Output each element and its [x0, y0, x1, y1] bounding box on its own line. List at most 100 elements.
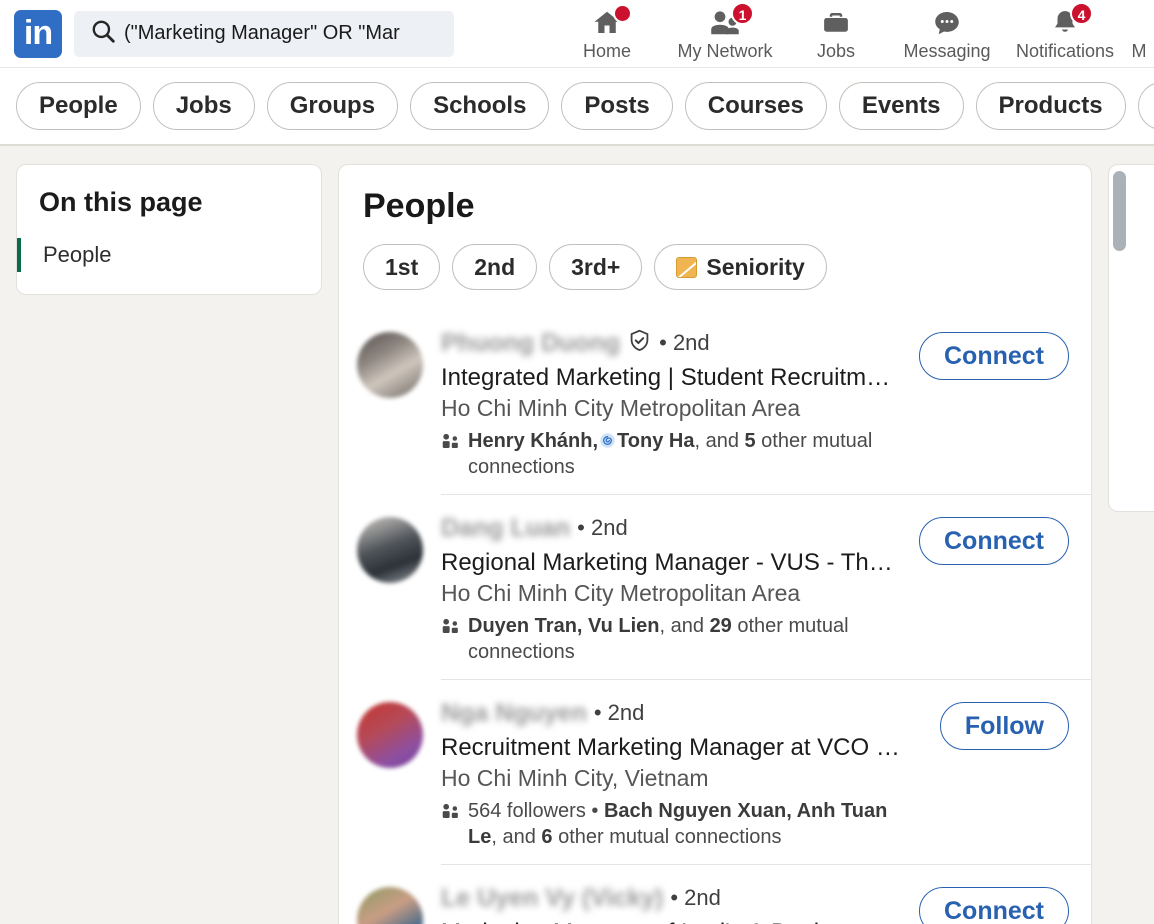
mutual-tail: other mutual connections — [552, 826, 782, 848]
linkedin-logo-icon[interactable]: in — [14, 9, 62, 58]
filter-pill-products[interactable]: Products — [975, 82, 1126, 130]
search-input-value: ("Marketing Manager" OR "Mar — [124, 22, 400, 44]
search-result-row[interactable]: Dang Luan • 2nd Regional Marketing Manag… — [339, 495, 1091, 680]
mutual-name-1[interactable]: Duyen Tran, Vu Lien — [468, 615, 660, 637]
chip-label: Seniority — [706, 253, 805, 280]
result-location: Ho Chi Minh City Metropolitan Area — [441, 580, 801, 606]
search-result-row[interactable]: Phuong Duong • 2nd Integrated Marketing … — [339, 310, 1091, 495]
avatar-wrap — [339, 511, 441, 680]
mutual-connections-icon — [441, 798, 460, 850]
scrollbar-thumb[interactable] — [1113, 171, 1126, 251]
verified-shield-icon — [627, 328, 652, 358]
connect-button[interactable]: Connect — [919, 887, 1069, 924]
nav-item-jobs[interactable]: Jobs — [784, 3, 888, 62]
nav-label-jobs: Jobs — [816, 41, 856, 61]
sidebar-item-label: People — [43, 242, 112, 267]
search-result-row[interactable]: Le Uyen Vy (Vicky) • 2nd Marketing Manag… — [339, 865, 1091, 924]
connection-degree: • 2nd — [670, 885, 721, 910]
notifications-bell-icon: 4 — [1049, 2, 1093, 38]
filter-pill-schools[interactable]: Schools — [410, 82, 550, 130]
nav-item-me[interactable]: M — [1124, 3, 1154, 62]
mutual-connections: 564 followers • Bach Nguyen Xuan, Anh Tu… — [441, 798, 911, 850]
chip-1st[interactable]: 1st — [363, 244, 441, 290]
connect-button[interactable]: Connect — [919, 517, 1069, 565]
connection-degree: • 2nd — [577, 515, 628, 540]
avatar[interactable] — [357, 887, 423, 924]
filter-pill-events[interactable]: Events — [838, 82, 964, 130]
avatar-wrap — [339, 326, 441, 495]
mutual-connections-text: Duyen Tran, Vu Lien, and 29 other mutual… — [468, 613, 911, 665]
result-name[interactable]: Dang Luan — [441, 514, 570, 543]
nav-item-home[interactable]: Home — [548, 3, 666, 62]
mutual-count: 5 — [744, 430, 756, 452]
filter-pill-companies[interactable]: Companies — [1137, 82, 1154, 130]
top-navigation-bar: in ("Marketing Manager" OR "Mar Home 1 M… — [0, 0, 1154, 68]
sidebar-item-people[interactable]: People — [17, 238, 321, 272]
mutual-count: 6 — [541, 826, 553, 848]
broken-image-icon — [676, 256, 698, 278]
mutual-suffix: , and — [694, 430, 745, 452]
avatar-wrap — [339, 696, 441, 865]
action-wrap: Connect — [919, 517, 1069, 565]
people-results-card: People 1st 2nd 3rd+ Seniority Phuong Duo… — [338, 164, 1092, 924]
result-headline: Integrated Marketing | Student Recruitme… — [441, 364, 901, 391]
chip-seniority[interactable]: Seniority — [654, 244, 827, 290]
filter-pill-groups[interactable]: Groups — [266, 82, 399, 130]
linkedin-logo-text: in — [23, 13, 53, 52]
result-headline: Marketing Manager of Levi's & Dockers VN… — [441, 917, 901, 924]
filter-pill-jobs[interactable]: Jobs — [152, 82, 255, 130]
mutual-connections-text: 564 followers • Bach Nguyen Xuan, Anh Tu… — [468, 798, 911, 850]
action-wrap: Follow — [939, 702, 1069, 750]
nav-label-messaging: Messaging — [903, 41, 991, 61]
my-network-badge-count: 1 — [731, 2, 754, 25]
avatar[interactable] — [357, 332, 423, 398]
mutual-name-2[interactable]: Tony Ha — [617, 430, 694, 452]
chip-2nd[interactable]: 2nd — [452, 244, 538, 290]
on-this-page-title: On this page — [39, 187, 203, 217]
search-result-row[interactable]: Nga Nguyen • 2nd Recruitment Marketing M… — [339, 680, 1091, 865]
chip-label: 1st — [385, 253, 419, 280]
search-input[interactable]: ("Marketing Manager" OR "Mar — [74, 10, 454, 57]
my-network-icon: 1 — [708, 2, 754, 38]
nav-items: Home 1 My Network Jobs Messaging 4 Notif… — [548, 0, 1154, 67]
mutual-count: 29 — [709, 615, 732, 637]
avatar[interactable] — [357, 702, 423, 768]
result-location: Ho Chi Minh City Metropolitan Area — [441, 395, 801, 421]
page-title: People — [363, 187, 475, 225]
home-notification-dot — [613, 4, 632, 23]
chip-3rd-plus[interactable]: 3rd+ — [549, 244, 643, 290]
result-name[interactable]: Le Uyen Vy (Vicky) — [441, 884, 663, 913]
action-wrap: Connect — [919, 887, 1069, 924]
connect-button[interactable]: Connect — [919, 332, 1069, 380]
result-headline: Recruitment Marketing Manager at VCO Gro… — [441, 734, 901, 761]
result-name[interactable]: Phuong Duong — [441, 329, 620, 358]
nav-item-my-network[interactable]: 1 My Network — [666, 2, 784, 62]
filter-pill-posts[interactable]: Posts — [561, 82, 673, 130]
nav-item-notifications[interactable]: 4 Notifications — [1006, 2, 1124, 62]
connection-degree: • 2nd — [593, 700, 645, 725]
jobs-briefcase-icon — [820, 8, 852, 38]
mutual-connections-icon — [441, 428, 460, 480]
follower-count: 564 followers • — [468, 800, 604, 822]
on-this-page-card: On this page People — [16, 164, 322, 295]
result-location: Ho Chi Minh City, Vietnam — [441, 765, 709, 791]
right-rail-card — [1108, 164, 1154, 512]
people-filter-chip-row: 1st 2nd 3rd+ Seniority — [339, 226, 1091, 310]
mutual-suffix: , and — [659, 615, 710, 637]
result-headline: Regional Marketing Manager - VUS - The E… — [441, 549, 901, 576]
nav-item-messaging[interactable]: Messaging — [888, 3, 1006, 62]
mutual-connections-text: Henry Khánh, Tony Ha, and 5 other mutual … — [468, 428, 911, 480]
result-name[interactable]: Nga Nguyen — [441, 699, 587, 728]
home-icon — [590, 4, 632, 38]
search-filter-pill-bar: People Jobs Groups Schools Posts Courses… — [0, 68, 1154, 146]
company-spiral-icon — [599, 430, 616, 448]
mutual-name-1[interactable]: Henry Khánh, — [468, 430, 598, 452]
avatar-wrap — [339, 881, 441, 924]
follow-button[interactable]: Follow — [939, 702, 1069, 750]
connection-degree: • 2nd — [659, 330, 710, 355]
page-body: On this page People People 1st 2nd 3rd+ … — [0, 146, 1154, 924]
filter-pill-people[interactable]: People — [16, 82, 141, 130]
chip-label: 2nd — [474, 253, 516, 280]
filter-pill-courses[interactable]: Courses — [684, 82, 827, 130]
avatar[interactable] — [357, 517, 423, 583]
